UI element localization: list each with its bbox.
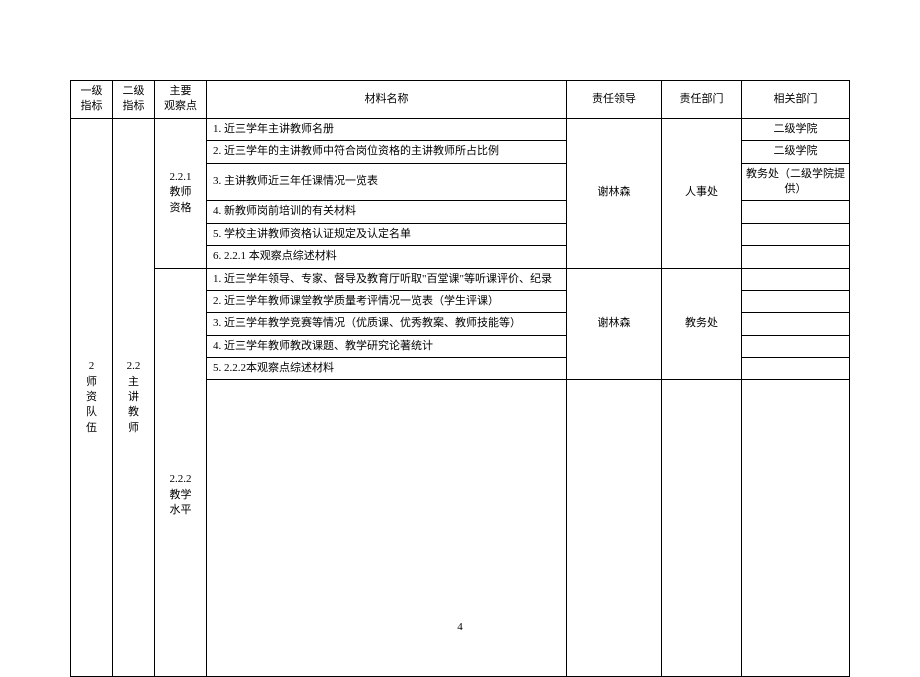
material2-3: 3. 近三学年教学竞赛等情况（优质课、优秀教案、教师技能等） <box>213 317 521 329</box>
related1-cell: 二级学院 <box>742 118 850 140</box>
material-cell: 5. 学校主讲教师资格认证规定及认定名单 <box>207 223 567 245</box>
header-related-text: 相关部门 <box>774 93 818 105</box>
material-cell: 3. 主讲教师近三年任课情况一览表 <box>207 163 567 201</box>
table-row: 2 师 资 队伍 2.2 主 讲 教师 2.2.1 教师 资格 1. 近三学年主… <box>71 118 850 140</box>
level1-cell: 2 师 资 队伍 <box>71 118 113 677</box>
header-material-text: 材料名称 <box>365 93 409 105</box>
material-cell: 1. 近三学年主讲教师名册 <box>207 118 567 140</box>
material2-1: 1. 近三学年领导、专家、督导及教育厅听取"百堂课"等听课评价、纪录 <box>213 273 552 285</box>
obs2-code: 2.2.2 <box>170 473 192 485</box>
header-row: 一级指标 二级指标 主要观察点 材料名称 责任领导 责任部门 相关部门 <box>71 81 850 119</box>
dept1-text: 人事处 <box>685 186 718 198</box>
related-empty <box>742 358 850 380</box>
material1-4: 4. 新教师岗前培训的有关材料 <box>213 205 356 217</box>
material1-1: 1. 近三学年主讲教师名册 <box>213 123 334 135</box>
related-empty <box>742 223 850 245</box>
leader2-text: 谢林森 <box>598 317 631 329</box>
header-department: 责任部门 <box>662 81 742 119</box>
leader1-text: 谢林森 <box>598 186 631 198</box>
material-cell: 6. 2.2.1 本观察点综述材料 <box>207 246 567 268</box>
related2-text: 二级学院 <box>774 145 818 157</box>
material-cell: 2. 近三学年教师课堂教学质量考评情况一览表（学生评课） <box>207 290 567 312</box>
obs2-cell: 2.2.2 教学 水平 <box>155 268 207 677</box>
level1-code: 2 <box>89 360 95 372</box>
table-row: 2.2.2 教学 水平 1. 近三学年领导、专家、督导及教育厅听取"百堂课"等听… <box>71 268 850 290</box>
related1-text: 二级学院 <box>774 123 818 135</box>
material2-5: 5. 2.2.2本观察点综述材料 <box>213 362 334 374</box>
material-cell: 4. 新教师岗前培训的有关材料 <box>207 201 567 223</box>
header-level2: 二级指标 <box>113 81 155 119</box>
related3-cell: 教务处（二级学院提供） <box>742 163 850 201</box>
obs1-label2: 资格 <box>170 202 192 214</box>
material2-2: 2. 近三学年教师课堂教学质量考评情况一览表（学生评课） <box>213 295 499 307</box>
header-department-text: 责任部门 <box>680 93 724 105</box>
material-cell: 4. 近三学年教师教改课题、教学研究论著统计 <box>207 335 567 357</box>
material-cell: 3. 近三学年教学竞赛等情况（优质课、优秀教案、教师技能等） <box>207 313 567 335</box>
obs1-label1: 教师 <box>170 186 192 198</box>
level2-code: 2.2 <box>127 360 141 372</box>
related-empty <box>742 268 850 290</box>
level2-label1: 主 讲 <box>128 376 139 403</box>
level1-label1: 师 资 <box>86 376 97 403</box>
header-leader-text: 责任领导 <box>592 93 636 105</box>
header-observation: 主要观察点 <box>155 81 207 119</box>
related-empty <box>742 246 850 268</box>
level2-label2: 教师 <box>128 406 139 433</box>
obs2-label2: 水平 <box>170 504 192 516</box>
header-level1: 一级指标 <box>71 81 113 119</box>
leader1-cell: 谢林森 <box>567 118 662 268</box>
related-empty <box>742 290 850 312</box>
evaluation-table: 一级指标 二级指标 主要观察点 材料名称 责任领导 责任部门 相关部门 2 师 … <box>70 80 850 677</box>
header-observation-text: 主要观察点 <box>164 85 197 112</box>
obs2-label1: 教学 <box>170 489 192 501</box>
header-related: 相关部门 <box>742 81 850 119</box>
dept2-cell: 教务处 <box>662 268 742 380</box>
material-cell: 2. 近三学年的主讲教师中符合岗位资格的主讲教师所占比例 <box>207 141 567 163</box>
header-material: 材料名称 <box>207 81 567 119</box>
material-cell: 1. 近三学年领导、专家、督导及教育厅听取"百堂课"等听课评价、纪录 <box>207 268 567 290</box>
related3-text: 教务处（二级学院提供） <box>746 168 845 195</box>
obs1-cell: 2.2.1 教师 资格 <box>155 118 207 268</box>
material2-4: 4. 近三学年教师教改课题、教学研究论著统计 <box>213 340 433 352</box>
level2-cell: 2.2 主 讲 教师 <box>113 118 155 677</box>
dept1-cell: 人事处 <box>662 118 742 268</box>
page-number: 4 <box>0 621 920 633</box>
material-cell: 5. 2.2.2本观察点综述材料 <box>207 358 567 380</box>
related-empty <box>742 313 850 335</box>
material1-2: 2. 近三学年的主讲教师中符合岗位资格的主讲教师所占比例 <box>213 145 499 157</box>
header-level1-text: 一级指标 <box>81 85 103 112</box>
material1-6: 6. 2.2.1 本观察点综述材料 <box>213 250 337 262</box>
leader2-cell: 谢林森 <box>567 268 662 380</box>
header-leader: 责任领导 <box>567 81 662 119</box>
obs1-code: 2.2.1 <box>170 171 192 183</box>
related-empty <box>742 201 850 223</box>
material1-5: 5. 学校主讲教师资格认证规定及认定名单 <box>213 228 411 240</box>
related2-cell: 二级学院 <box>742 141 850 163</box>
level1-label2: 队伍 <box>86 406 97 433</box>
page-number-text: 4 <box>457 621 463 633</box>
material1-3: 3. 主讲教师近三年任课情况一览表 <box>213 175 378 187</box>
header-level2-text: 二级指标 <box>123 85 145 112</box>
dept2-text: 教务处 <box>685 317 718 329</box>
related-empty <box>742 335 850 357</box>
